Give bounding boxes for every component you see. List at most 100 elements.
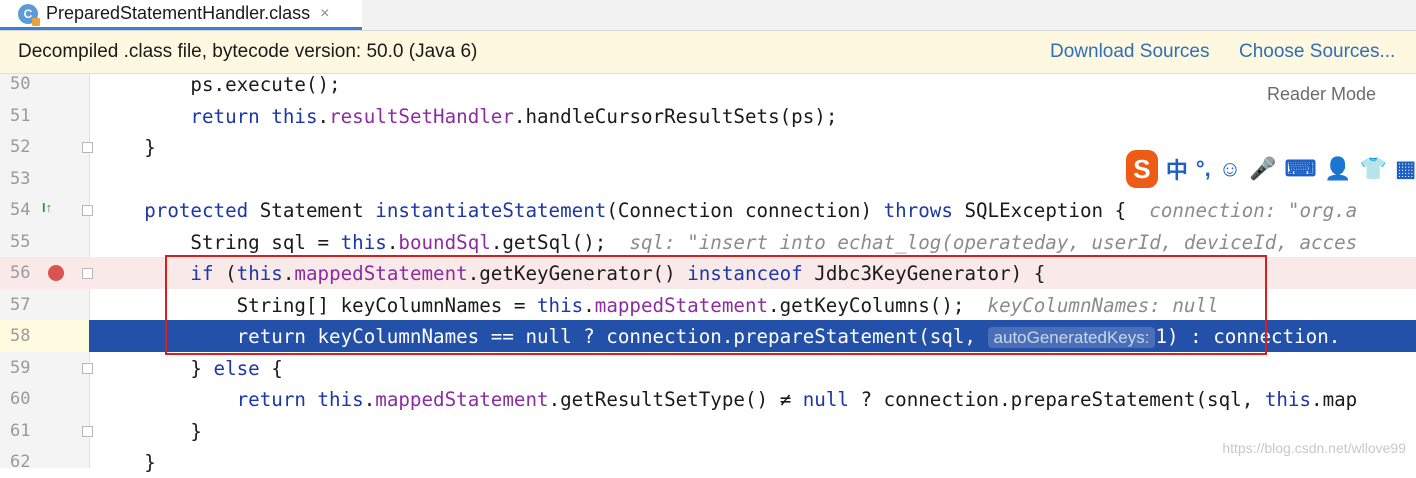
code-token: keyColumnNames == xyxy=(317,325,526,348)
class-file-icon: C xyxy=(18,3,40,26)
line-number: 56 xyxy=(10,263,31,283)
tab-prepared-statement-handler[interactable]: C PreparedStatementHandler.class × xyxy=(0,0,362,30)
ime-toolbar: S 中 °, ☺ 🎤 ⌨ 👤 👕 ▦ xyxy=(1126,148,1416,190)
line-number: 52 xyxy=(10,137,31,157)
line-number: 54 xyxy=(10,200,31,220)
code-token: ? connection.prepareStatement(sql, xyxy=(583,325,988,348)
debug-value-hint: sql: "insert into echat_log(operateday, … xyxy=(629,230,1358,254)
code-token: this xyxy=(271,104,318,128)
editor-tab-bar: C PreparedStatementHandler.class × xyxy=(0,0,1416,31)
code-token: null xyxy=(802,388,861,411)
code-token: } xyxy=(144,451,156,474)
code-line-61[interactable]: 61 } xyxy=(0,415,1416,447)
close-tab-icon[interactable]: × xyxy=(320,5,329,23)
line-number: 58 xyxy=(10,326,31,346)
line-number: 59 xyxy=(10,357,31,378)
code-line-57[interactable]: 57 String[] keyColumnNames = this.mapped… xyxy=(0,289,1416,321)
code-line-60[interactable]: 60 return this.mappedStatement.getResult… xyxy=(0,383,1416,415)
code-line-55[interactable]: 55 String sql = this.boundSql.getSql(); … xyxy=(0,226,1416,258)
line-number: 61 xyxy=(10,420,31,441)
ime-microphone-icon[interactable]: 🎤 xyxy=(1249,156,1276,182)
code-token: (Connection connection) xyxy=(606,199,884,222)
ime-skin-icon[interactable]: 👕 xyxy=(1360,156,1387,182)
code-token: null xyxy=(525,325,584,348)
code-text: return this.mappedStatement.getResultSet… xyxy=(98,388,1358,411)
code-token: return xyxy=(236,388,318,411)
code-line-54[interactable]: 54 I↑ protected Statement instantiateStat… xyxy=(0,194,1416,226)
code-token: this xyxy=(1264,388,1312,411)
code-token: Statement xyxy=(259,199,376,222)
debug-value-hint: connection: "org.a xyxy=(1149,199,1358,222)
ime-user-icon[interactable]: 👤 xyxy=(1324,156,1351,182)
code-token: } xyxy=(190,419,202,443)
code-text: } else { xyxy=(98,356,283,380)
sogou-logo-icon[interactable]: S xyxy=(1126,150,1158,188)
code-line-56[interactable]: 56 if (this.mappedStatement.getKeyGenera… xyxy=(0,257,1416,289)
breakpoint-icon[interactable] xyxy=(48,265,64,281)
code-line-50[interactable]: 50 ps.execute(); xyxy=(0,68,1416,100)
code-token: Jdbc3KeyGenerator) { xyxy=(814,262,1046,285)
fold-marker-icon[interactable] xyxy=(82,142,93,153)
code-token: } xyxy=(190,356,214,380)
code-text: String sql = this.boundSql.getSql(); sql… xyxy=(98,231,1357,254)
fold-marker-icon[interactable] xyxy=(82,425,93,437)
code-line-62[interactable]: 62 } xyxy=(0,446,1416,478)
code-text: ps.execute(); xyxy=(98,73,341,96)
ime-emoji-icon[interactable]: ☺ xyxy=(1219,156,1241,182)
line-number: 60 xyxy=(10,389,31,409)
code-token: protected xyxy=(144,199,260,222)
code-token: return xyxy=(236,325,318,348)
code-token: } xyxy=(144,136,156,159)
code-token: if xyxy=(190,262,226,285)
implements-method-icon[interactable]: I↑ xyxy=(42,200,52,215)
code-token: throws xyxy=(883,199,965,222)
ime-keyboard-icon[interactable]: ⌨ xyxy=(1285,156,1317,182)
code-token: .getKeyGenerator() xyxy=(467,262,688,285)
fold-marker-icon[interactable] xyxy=(82,205,93,216)
code-token: .getSql(); xyxy=(490,230,630,254)
code-token: instanceof xyxy=(687,262,815,285)
code-token: this xyxy=(536,293,584,317)
code-token: return xyxy=(190,104,272,128)
code-token: . xyxy=(583,293,595,317)
code-token: else xyxy=(213,356,272,380)
code-token: mappedStatement xyxy=(594,293,769,317)
code-token: SQLException { xyxy=(964,199,1150,222)
download-sources-link[interactable]: Download Sources xyxy=(1050,41,1209,63)
line-number: 62 xyxy=(10,452,31,472)
choose-sources-link[interactable]: Choose Sources... xyxy=(1239,41,1395,63)
code-token: { xyxy=(271,356,283,380)
line-number: 57 xyxy=(10,294,31,315)
code-line-59[interactable]: 59 } else { xyxy=(0,352,1416,384)
code-token: . xyxy=(363,388,376,411)
debug-value-hint: keyColumnNames: null xyxy=(987,293,1219,317)
code-line-58[interactable]: 58 return keyColumnNames == null ? conne… xyxy=(0,320,1416,352)
ime-toolbox-icon[interactable]: ▦ xyxy=(1395,156,1416,182)
parameter-hint: autoGeneratedKeys: xyxy=(987,327,1156,348)
code-token: . xyxy=(386,230,399,254)
code-text: return keyColumnNames == null ? connecti… xyxy=(98,325,1340,348)
code-token: ( xyxy=(225,262,237,285)
code-token: .handleCursorResultSets(ps); xyxy=(513,104,838,128)
fold-marker-icon[interactable] xyxy=(82,362,93,374)
code-token: ps.execute(); xyxy=(190,73,341,96)
fold-marker-icon[interactable] xyxy=(82,268,93,279)
code-token: this xyxy=(317,388,364,411)
code-token: .map xyxy=(1311,388,1358,411)
reader-mode-button[interactable]: Reader Mode xyxy=(1267,84,1376,105)
code-text: if (this.mappedStatement.getKeyGenerator… xyxy=(98,262,1045,285)
code-token: mappedStatement xyxy=(294,262,468,285)
code-token: mappedStatement xyxy=(375,388,549,411)
ime-punctuation-button[interactable]: °, xyxy=(1196,156,1211,182)
ime-chinese-mode-button[interactable]: 中 xyxy=(1166,153,1188,185)
code-token: resultSetHandler xyxy=(329,104,514,128)
code-line-51[interactable]: 51 return this.resultSetHandler.handleCu… xyxy=(0,100,1416,132)
watermark-text: https://blog.csdn.net/wllove99 xyxy=(1222,440,1406,456)
